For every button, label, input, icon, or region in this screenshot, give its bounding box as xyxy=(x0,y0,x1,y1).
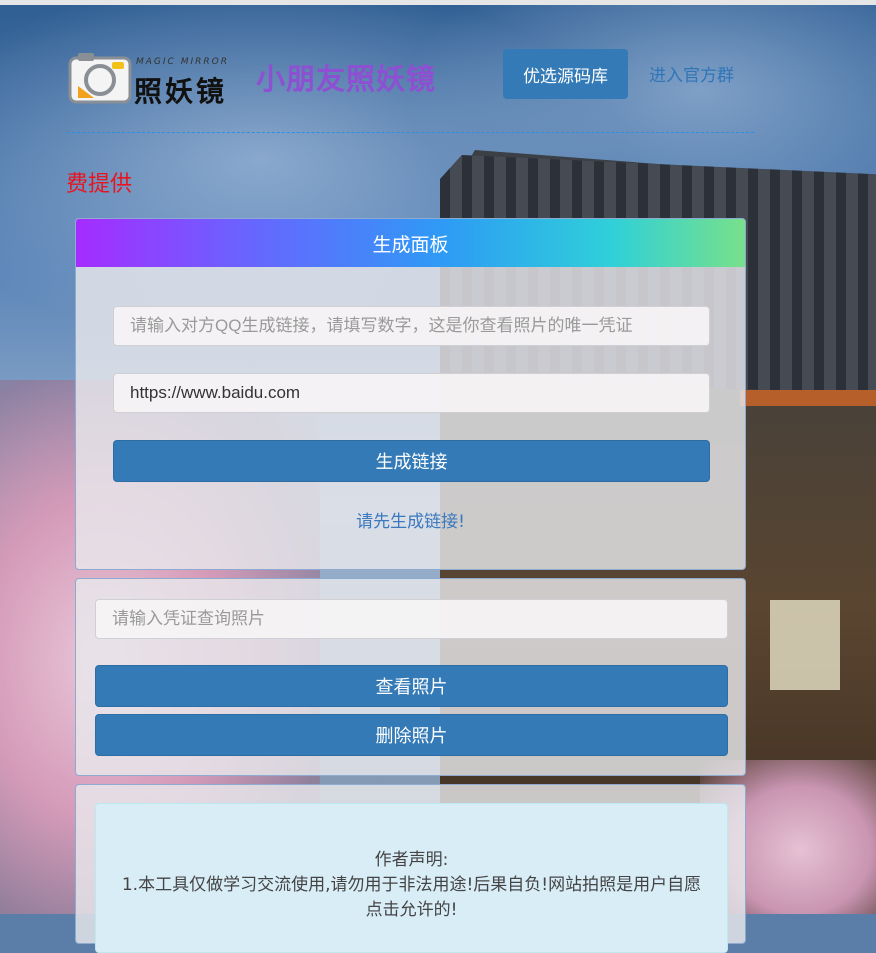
top-border xyxy=(0,0,876,5)
temple-window xyxy=(770,600,840,690)
camera-icon xyxy=(68,53,132,104)
logo-wordmark: 照妖镜 xyxy=(134,75,228,108)
credential-input[interactable] xyxy=(95,599,728,639)
redirect-url-input[interactable] xyxy=(113,373,710,413)
official-group-link[interactable]: 进入官方群 xyxy=(649,61,734,86)
declaration-line: 点击允许的! xyxy=(365,900,458,920)
author-declaration: 作者声明: 1.本工具仅做学习交流使用,请勿用于非法用途!后果自负!网站拍照是用… xyxy=(95,803,728,953)
source-library-button[interactable]: 优选源码库 xyxy=(503,49,628,99)
notice-text: 费提供 xyxy=(66,172,133,197)
delete-photos-button[interactable]: 删除照片 xyxy=(95,714,728,756)
declaration-line: 1.本工具仅做学习交流使用,请勿用于非法用途!后果自负!网站拍照是用户自愿 xyxy=(121,875,702,895)
photo-query-panel: 查看照片 删除照片 xyxy=(75,578,746,776)
generator-panel: 生成面板 生成链接 请先生成链接! xyxy=(75,218,746,570)
generator-panel-title: 生成面板 xyxy=(76,219,745,267)
site-logo[interactable]: MAGIC MIRROR 照妖镜 xyxy=(68,50,256,108)
generate-link-button[interactable]: 生成链接 xyxy=(113,440,710,482)
generate-status-text: 请先生成链接! xyxy=(356,512,465,532)
declaration-heading: 作者声明: xyxy=(374,850,449,870)
view-photos-button[interactable]: 查看照片 xyxy=(95,665,728,707)
site-title[interactable]: 小朋友照妖镜 xyxy=(256,56,436,98)
temple-beam xyxy=(740,390,876,406)
header-divider xyxy=(67,132,754,133)
qq-input[interactable] xyxy=(113,306,710,346)
logo-subtitle: MAGIC MIRROR xyxy=(136,57,229,67)
declaration-panel: 作者声明: 1.本工具仅做学习交流使用,请勿用于非法用途!后果自负!网站拍照是用… xyxy=(75,784,746,953)
